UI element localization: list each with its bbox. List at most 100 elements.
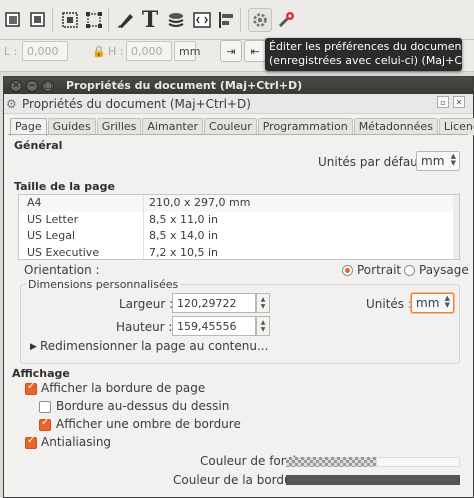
h-label: H : xyxy=(108,45,124,58)
document-properties-window: ✕ − □ Propriétés du document (Maj+Ctrl+D… xyxy=(3,76,474,498)
transform-icon[interactable] xyxy=(82,8,106,32)
list-item[interactable]: US Letter 8,5 x 11,0 in xyxy=(19,211,459,228)
general-section-title: Général xyxy=(14,139,63,152)
lower-icon[interactable]: ⇤ xyxy=(244,40,266,62)
background-color-swatch[interactable] xyxy=(286,457,376,467)
tab-license[interactable]: Licence xyxy=(438,118,474,135)
show-border-checkbox[interactable] xyxy=(25,381,37,395)
show-border-label[interactable]: Afficher la bordure de page xyxy=(41,381,205,395)
page-size-dimensions: 7,2 x 10,5 in xyxy=(149,245,219,259)
default-units-value: mm xyxy=(421,154,445,168)
tab-snap[interactable]: Aimanter xyxy=(142,118,204,135)
border-on-top-checkbox[interactable] xyxy=(39,401,51,413)
unit-select[interactable]: mm xyxy=(174,41,200,61)
spin-arrows-icon: ▲ ▼ xyxy=(450,152,456,167)
tooltip-line-1: Éditer les préférences du document xyxy=(269,40,462,53)
text-tool-icon[interactable]: T xyxy=(138,7,162,33)
default-units-select[interactable]: mm ▲ ▼ xyxy=(416,151,460,171)
page-size-name: US Executive xyxy=(27,245,100,259)
spin-arrows-icon: ▲ ▼ xyxy=(444,294,450,309)
tab-guides[interactable]: Guides xyxy=(47,118,96,135)
main-toolbar: T xyxy=(0,0,474,40)
panel-iconify-icon[interactable]: ▫ xyxy=(437,96,449,108)
default-units-label: Unités par défaut : xyxy=(318,155,431,169)
layers-icon[interactable] xyxy=(164,8,188,32)
align-distribute-icon[interactable] xyxy=(214,8,238,32)
tooltip-line-2: (enregistrées avec celui-ci) (Maj+Ctrl+D… xyxy=(269,54,462,67)
page-size-dimensions: 8,5 x 11,0 in xyxy=(149,212,219,226)
resize-to-content-expander[interactable]: Redimensionner la page au contenu... xyxy=(40,339,268,353)
toolbar-separator xyxy=(240,8,241,32)
panel-header: ⚙ Propriétés du document (Maj+Ctrl+D) xyxy=(4,94,473,114)
background-color-swatch-fill[interactable] xyxy=(376,457,460,467)
height-label: Hauteur : xyxy=(116,320,173,334)
maximize-icon[interactable]: □ xyxy=(42,79,54,92)
window-titlebar: ✕ − □ Propriétés du document (Maj+Ctrl+D… xyxy=(4,77,473,94)
close-icon[interactable]: ✕ xyxy=(10,79,22,92)
list-scrollbar[interactable] xyxy=(453,195,459,259)
window-title: Propriétés du document (Maj+Ctrl+D) xyxy=(66,79,303,92)
border-on-top-label[interactable]: Bordure au-dessus du dessin xyxy=(56,399,229,413)
raise-icon[interactable]: ⇥ xyxy=(220,40,242,62)
xml-editor-icon[interactable] xyxy=(190,8,214,32)
bitmap-export-icon[interactable] xyxy=(26,8,50,32)
tab-bar: Page Guides Grilles Aimanter Couleur Pro… xyxy=(10,118,474,136)
minimize-icon[interactable]: − xyxy=(26,79,38,92)
page-size-name: A4 xyxy=(27,196,42,209)
l-input[interactable]: 0,000 xyxy=(22,41,68,61)
align-icon[interactable] xyxy=(58,8,82,32)
show-shadow-label[interactable]: Afficher une ombre de bordure xyxy=(56,417,241,431)
lock-icon[interactable]: 🔒 xyxy=(92,45,106,58)
node-tool-icon[interactable] xyxy=(114,8,138,32)
expander-arrow-icon[interactable]: ▶ xyxy=(30,342,37,352)
display-section-title: Affichage xyxy=(12,367,70,380)
width-spin-icon[interactable]: ▲ ▼ xyxy=(256,293,270,313)
page-size-section-title: Taille de la page xyxy=(14,180,115,193)
landscape-label[interactable]: Paysage xyxy=(419,263,469,277)
height-input[interactable]: 159,45556 xyxy=(172,316,256,336)
width-input[interactable]: 120,29722 xyxy=(172,293,256,313)
gear-icon: ⚙ xyxy=(6,96,17,111)
height-spin-icon[interactable]: ▲ ▼ xyxy=(256,316,270,336)
page-size-name: US Letter xyxy=(27,212,79,226)
preferences-icon[interactable] xyxy=(274,8,298,32)
toolbar-separator xyxy=(52,8,53,32)
panel-title: Propriétés du document (Maj+Ctrl+D) xyxy=(22,96,251,111)
portrait-radio[interactable] xyxy=(342,265,353,276)
tooltip: Éditer les préférences du document (enre… xyxy=(265,38,462,71)
list-item[interactable]: A4 210,0 x 297,0 mm xyxy=(19,195,459,212)
list-item[interactable]: US Executive 7,2 x 10,5 in xyxy=(19,244,459,259)
page-size-dimensions: 210,0 x 297,0 mm xyxy=(149,196,251,209)
antialiasing-checkbox[interactable] xyxy=(25,435,37,449)
page-size-name: US Legal xyxy=(27,229,76,242)
toolbar-separator xyxy=(108,8,109,32)
column-separator xyxy=(143,228,144,245)
show-shadow-checkbox[interactable] xyxy=(39,417,51,431)
antialiasing-label[interactable]: Antialiasing xyxy=(41,435,111,449)
page-size-dimensions: 8,5 x 14,0 in xyxy=(149,229,219,242)
column-separator xyxy=(143,211,144,228)
tab-color[interactable]: Couleur xyxy=(204,118,257,135)
landscape-radio[interactable] xyxy=(404,265,415,276)
orientation-label: Orientation : xyxy=(24,263,100,277)
width-label: Largeur : xyxy=(119,297,174,311)
h-input[interactable]: 0,000 xyxy=(126,41,172,61)
custom-size-title: Dimensions personnalisées xyxy=(26,278,181,291)
bitmap-import-icon[interactable] xyxy=(2,8,26,32)
portrait-label[interactable]: Portrait xyxy=(357,263,401,277)
tab-scripting[interactable]: Programmation xyxy=(257,118,353,135)
page-size-list[interactable]: A4 210,0 x 297,0 mm US Letter 8,5 x 11,0… xyxy=(18,194,460,260)
column-separator xyxy=(143,195,144,212)
units-label: Unités : xyxy=(366,297,412,311)
tab-grids[interactable]: Grilles xyxy=(96,118,142,135)
border-color-swatch[interactable] xyxy=(286,475,460,485)
panel-close-icon[interactable]: ✕ xyxy=(453,96,465,108)
list-item[interactable]: US Legal 8,5 x 14,0 in xyxy=(19,228,459,245)
units-value: mm xyxy=(416,296,440,310)
units-select[interactable]: mm ▲ ▼ xyxy=(411,293,454,313)
document-properties-icon[interactable] xyxy=(248,8,272,32)
l-label: L : xyxy=(4,45,18,58)
panel-controls: ▫ ✕ xyxy=(437,96,465,108)
column-separator xyxy=(143,244,144,259)
tab-metadata[interactable]: Métadonnées xyxy=(353,118,438,135)
